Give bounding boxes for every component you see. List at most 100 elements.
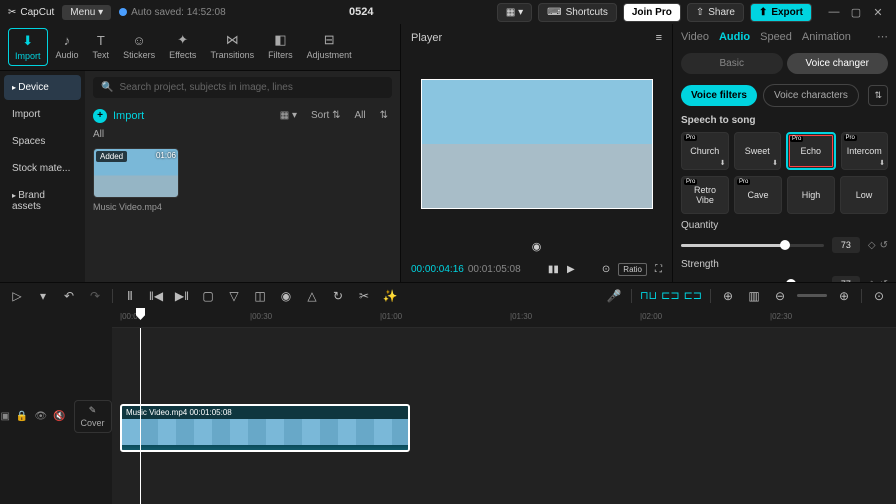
player-panel: Player≡ ◉ 00:00:04:1600:01:05:08 ▮▮ ▶ ⊙ … (400, 24, 673, 282)
minimize-icon[interactable]: — (824, 6, 844, 19)
snap3-icon[interactable]: ⊏⊐ (684, 289, 702, 302)
filter-all[interactable]: All (350, 108, 369, 123)
play-button[interactable]: ▶ (567, 264, 575, 275)
chip-voice-filters[interactable]: Voice filters (681, 85, 757, 106)
playhead[interactable] (140, 328, 141, 504)
import-button[interactable]: +Import (93, 109, 144, 123)
fullscreen-icon[interactable]: ⛶ (655, 264, 662, 275)
cover-button[interactable]: ✎Cover (74, 400, 112, 433)
quantity-reset-icon[interactable]: ↺ (880, 240, 888, 251)
subtab-basic[interactable]: Basic (681, 53, 783, 74)
pointer-tool-icon[interactable]: ▷ (8, 289, 26, 303)
preview-quality-icon[interactable]: ⊙ (602, 264, 610, 275)
trim-left-icon[interactable]: ‖◀ (147, 289, 165, 303)
tool-tab-stickers[interactable]: ☺Stickers (117, 28, 161, 66)
quantity-diamond-icon[interactable]: ◇ (868, 240, 876, 251)
tool7-icon[interactable]: ◉ (277, 289, 295, 303)
tool5-icon[interactable]: ▽ (225, 289, 243, 303)
tool-tab-effects[interactable]: ✦Effects (163, 28, 202, 66)
filter-icon[interactable]: ⇅ (376, 108, 392, 123)
join-pro-button[interactable]: Join Pro (623, 3, 681, 22)
tool-tab-transitions[interactable]: ⋈Transitions (204, 28, 260, 66)
close-icon[interactable]: ✕ (868, 6, 888, 19)
volume-icon[interactable]: ▮▮ (548, 264, 559, 275)
effect-echo[interactable]: ProEcho (786, 132, 836, 170)
timeline-settings-icon[interactable]: ⊙ (870, 289, 888, 303)
effect-cave[interactable]: ProCave (734, 176, 782, 214)
effect-retro-vibe[interactable]: ProRetro Vibe (681, 176, 729, 214)
track-icon1[interactable]: ▣ (0, 411, 9, 422)
tab-video[interactable]: Video (681, 31, 709, 43)
enhance-icon[interactable]: ✨ (381, 289, 399, 303)
chip-voice-characters[interactable]: Voice characters (763, 84, 859, 107)
delete-icon[interactable]: ▢ (199, 289, 217, 303)
subtab-voice-changer[interactable]: Voice changer (787, 53, 889, 74)
mic-icon[interactable]: 🎤 (605, 289, 623, 303)
snap2-icon[interactable]: ⊏⊐ (661, 289, 679, 302)
sidebar-item[interactable]: Brand assets (4, 183, 81, 219)
grid-view-icon[interactable]: ▦ ▾ (276, 108, 301, 123)
search-input[interactable]: 🔍 Search project, subjects in image, lin… (93, 77, 392, 98)
sidebar-item[interactable]: Import (4, 102, 81, 127)
player-screen[interactable] (421, 79, 653, 209)
align-icon[interactable]: ⊕ (719, 289, 737, 303)
track-visible-icon[interactable]: 👁 (34, 411, 47, 422)
split-icon[interactable]: Ⅱ (121, 289, 139, 303)
tool-dropdown-icon[interactable]: ▾ (34, 289, 52, 303)
export-button[interactable]: ⬆ Export (750, 3, 812, 22)
tool-tab-adjustment[interactable]: ⊟Adjustment (301, 28, 358, 66)
track-lock-icon[interactable]: 🔒 (16, 411, 28, 422)
rotate-icon[interactable]: ↻ (329, 289, 347, 303)
maximize-icon[interactable]: ▢ (846, 6, 866, 19)
effect-intercom[interactable]: ProIntercom⬇ (841, 132, 889, 170)
mirror-icon[interactable]: △ (303, 289, 321, 303)
track-opts-icon[interactable]: ▥ (745, 289, 763, 303)
timeline-clip[interactable]: Music Video.mp4 00:01:05:08 (120, 404, 410, 452)
thumb-name: Music Video.mp4 (93, 202, 179, 212)
strength-value[interactable]: 77 (832, 276, 860, 282)
tab-audio[interactable]: Audio (719, 31, 750, 43)
tool-tab-text[interactable]: TText (87, 28, 116, 66)
media-thumb[interactable]: Added 01:06 Music Video.mp4 (93, 148, 179, 212)
crop-icon[interactable]: ✂ (355, 289, 373, 303)
effect-church[interactable]: ProChurch⬇ (681, 132, 729, 170)
effect-low[interactable]: Low (840, 176, 888, 214)
undo-icon[interactable]: ↶ (60, 289, 78, 303)
tool-tab-import[interactable]: ⬇Import (8, 28, 48, 66)
sidebar-item[interactable]: Device (4, 75, 81, 100)
layout-icon[interactable]: ▦ ▾ (497, 3, 532, 22)
timeline-ruler[interactable]: |00:00|00:30|01:00|01:30|02:00|02:30 (112, 308, 896, 328)
player-title: Player (411, 32, 442, 44)
zoom-slider[interactable] (797, 294, 827, 297)
zoom-out-icon[interactable]: ⊖ (771, 289, 789, 303)
current-time: 00:00:04:16 (411, 264, 464, 275)
tool-tab-filters[interactable]: ◧Filters (262, 28, 299, 66)
tab-animation[interactable]: Animation (802, 31, 851, 43)
snap1-icon[interactable]: ⊓⊔ (640, 289, 657, 302)
sort-button[interactable]: Sort ⇅ (307, 108, 345, 123)
tab-more-icon[interactable]: ⋯ (877, 30, 888, 43)
tool-tab-audio[interactable]: ♪Audio (50, 28, 85, 66)
menu-button[interactable]: Menu ▾ (62, 5, 111, 20)
effect-high[interactable]: High (787, 176, 835, 214)
share-button[interactable]: ⇧ Share (687, 3, 744, 22)
tracks-area[interactable]: Music Video.mp4 00:01:05:08 (112, 328, 896, 504)
player-menu-icon[interactable]: ≡ (656, 32, 662, 44)
quantity-value[interactable]: 73 (832, 237, 860, 253)
ratio-button[interactable]: Ratio (618, 263, 647, 276)
sidebar-item[interactable]: Stock mate... (4, 156, 81, 181)
redo-icon[interactable]: ↷ (86, 289, 104, 303)
strength-diamond-icon[interactable]: ◇ (868, 279, 876, 283)
tab-speed[interactable]: Speed (760, 31, 792, 43)
sidebar-item[interactable]: Spaces (4, 129, 81, 154)
quantity-slider[interactable] (681, 244, 824, 247)
effect-sweet[interactable]: Sweet⬇ (734, 132, 782, 170)
tool6-icon[interactable]: ◫ (251, 289, 269, 303)
trim-right-icon[interactable]: ▶‖ (173, 289, 191, 303)
zoom-in-icon[interactable]: ⊕ (835, 289, 853, 303)
strength-reset-icon[interactable]: ↺ (880, 279, 888, 283)
compare-icon[interactable]: ◉ (532, 241, 542, 253)
track-mute-icon[interactable]: 🔇 (53, 411, 65, 422)
shortcuts-button[interactable]: ⌨ Shortcuts (538, 3, 617, 22)
filter-settings-icon[interactable]: ⇅ (868, 85, 888, 106)
